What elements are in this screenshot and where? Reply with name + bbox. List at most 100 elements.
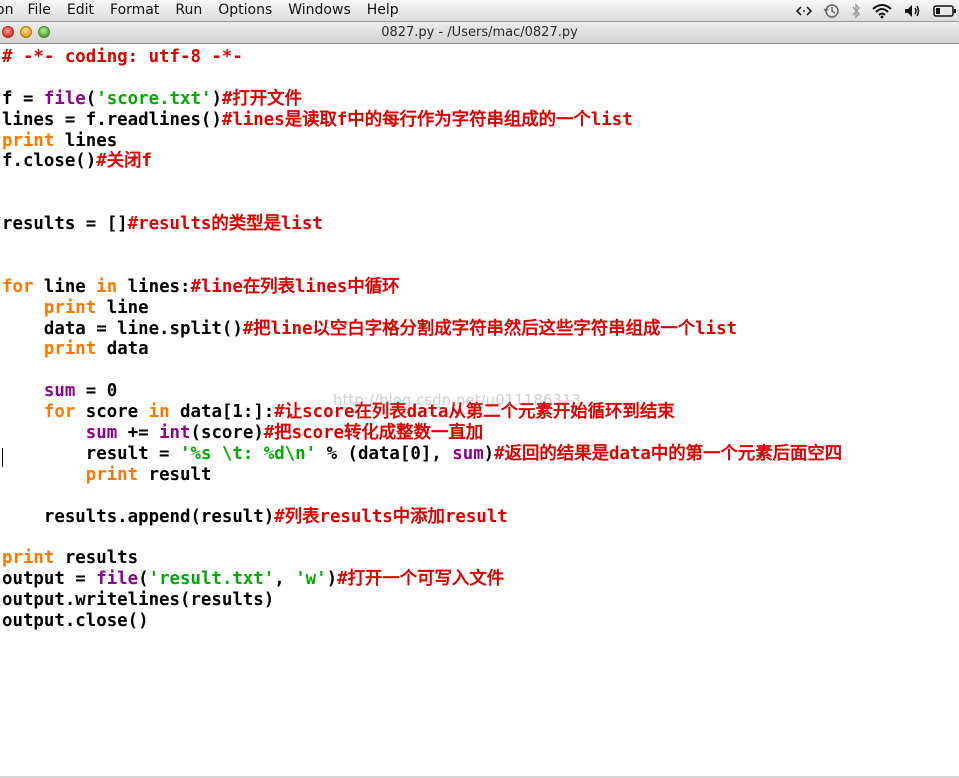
code-token-code-text: results — [54, 548, 139, 569]
code-token-string: 'score.txt' — [96, 88, 212, 109]
menu-app[interactable]: on — [0, 0, 13, 21]
code-line[interactable]: ​ — [2, 527, 842, 548]
menu-edit[interactable]: Edit — [67, 0, 94, 21]
code-token-comment: #返回的结果是data中的第一个元素后面空四 — [494, 443, 843, 464]
code-token-code-text: result = — [2, 443, 180, 464]
code-token-code-text: data[1:]: — [169, 402, 275, 423]
code-token-code-text — [2, 339, 44, 359]
code-line[interactable]: ​ — [2, 256, 842, 277]
code-token-keyword: print — [43, 297, 97, 318]
code-token-code-text: f = — [2, 88, 44, 109]
code-token-code-text: output.close() — [2, 611, 149, 632]
code-token-comment: #lines是读取f中的每行作为字符串组成的一个list — [221, 109, 633, 130]
code-line[interactable]: ​ — [2, 68, 842, 89]
code-token-keyword: for — [2, 276, 34, 297]
code-line[interactable]: data = line.split()#把line以空白字格分割成字符串然后这些… — [2, 319, 842, 340]
code-line[interactable]: print line — [2, 298, 842, 319]
code-line[interactable]: for line in lines:#line在列表lines中循环 — [2, 277, 842, 298]
menu-run[interactable]: Run — [175, 0, 202, 21]
code-token-code-text: line — [96, 297, 149, 318]
battery-icon[interactable] — [933, 0, 957, 21]
bluetooth-icon[interactable] — [851, 0, 861, 21]
code-token-code-text: ) — [326, 569, 338, 590]
code-line[interactable]: results = []#results的类型是list — [2, 214, 842, 235]
code-line[interactable]: print results — [2, 548, 842, 569]
menu-windows[interactable]: Windows — [288, 0, 351, 21]
code-token-code-text: lines = f.readlines() — [2, 109, 222, 130]
menu-bar: on File Edit Format Run Options Windows … — [0, 0, 959, 22]
code-token-code-text — [2, 402, 44, 422]
code-token-string: '%s \t: %d\n' — [180, 443, 317, 464]
code-line[interactable]: lines = f.readlines()#lines是读取f中的每行作为字符串… — [2, 110, 842, 131]
code-line[interactable]: # -*- coding: utf-8 -*- — [2, 47, 842, 68]
code-lines: # -*- coding: utf-8 -*-​f = file('score.… — [2, 47, 842, 632]
code-line[interactable]: sum += int(score)#把score转化成整数一直加 — [2, 423, 842, 444]
menu-format[interactable]: Format — [110, 0, 159, 21]
code-token-code-text: line — [33, 276, 97, 297]
code-token-code-text: result — [138, 464, 212, 485]
code-token-code-text: = 0 — [75, 381, 118, 402]
code-line[interactable]: output.writelines(results) — [2, 590, 842, 611]
watermark: http://blog.csdn.net/u011186313 — [333, 391, 582, 409]
code-token-code-text: output = — [2, 569, 97, 590]
code-token-comment: # -*- coding: utf-8 -*- — [2, 47, 243, 67]
code-token-comment: #把score转化成整数一直加 — [263, 423, 484, 444]
code-token-keyword: in — [96, 276, 118, 297]
code-line[interactable]: f.close()#关闭f — [2, 151, 842, 172]
menu-file[interactable]: File — [27, 0, 50, 21]
code-token-builtin: sum — [85, 423, 118, 444]
menu-help[interactable]: Help — [367, 0, 399, 21]
code-line[interactable]: output.close() — [2, 611, 842, 632]
window-title: 0827.py - /Users/mac/0827.py — [381, 25, 578, 40]
code-token-code-text — [2, 298, 44, 318]
code-token-code-text: % (data[0], — [316, 443, 453, 464]
time-machine-icon[interactable] — [823, 0, 841, 21]
code-token-keyword: print — [2, 548, 55, 569]
window-title-bar: 0827.py - /Users/mac/0827.py — [0, 22, 959, 44]
code-line[interactable]: ​ — [2, 235, 842, 256]
code-line[interactable]: output = file('result.txt', 'w')#打开一个可写入… — [2, 569, 842, 590]
code-line[interactable]: ​ — [2, 486, 842, 507]
menu-options[interactable]: Options — [218, 0, 272, 21]
code-token-code-text: ( — [85, 88, 97, 109]
code-line[interactable]: ​ — [2, 360, 842, 381]
code-editor[interactable]: # -*- coding: utf-8 -*-​f = file('score.… — [0, 45, 959, 778]
code-token-keyword: for — [43, 402, 76, 423]
code-line[interactable]: ​ — [2, 193, 842, 214]
code-arrows-icon[interactable] — [795, 0, 813, 21]
code-line[interactable]: f = file('score.txt')#打开文件 — [2, 89, 842, 110]
code-token-keyword: print — [2, 130, 55, 151]
code-line[interactable]: print lines — [2, 131, 842, 152]
code-line[interactable]: print result — [2, 465, 842, 486]
code-token-code-text — [2, 381, 44, 401]
code-token-builtin: file — [43, 88, 86, 109]
code-token-comment: #列表results中添加result — [274, 506, 508, 527]
code-token-code-text: f.close() — [2, 151, 97, 172]
code-token-comment: #打开文件 — [221, 88, 302, 109]
code-line[interactable]: print data — [2, 339, 842, 360]
code-token-code-text: (score) — [190, 423, 264, 444]
code-token-code-text — [2, 423, 86, 443]
code-token-comment: #打开一个可写入文件 — [337, 569, 505, 590]
status-icons — [795, 0, 959, 21]
code-line[interactable]: ​ — [2, 172, 842, 193]
code-token-comment: #results的类型是list — [127, 214, 323, 235]
code-line[interactable]: results.append(result)#列表results中添加resul… — [2, 507, 842, 528]
code-token-comment: #关闭f — [96, 151, 152, 172]
code-token-keyword: print — [85, 464, 139, 485]
code-token-code-text: results = [] — [2, 214, 128, 235]
code-token-builtin: sum — [452, 443, 484, 464]
code-token-code-text: , — [274, 569, 296, 590]
code-token-code-text: data — [96, 339, 149, 360]
code-token-string: 'w' — [295, 569, 327, 590]
code-token-code-text — [2, 465, 86, 485]
wifi-icon[interactable] — [871, 0, 893, 21]
code-line[interactable]: result = '%s \t: %d\n' % (data[0], sum)#… — [2, 444, 842, 465]
code-token-code-text: ) — [211, 88, 222, 109]
code-token-comment: #把line以空白字格分割成字符串然后这些字符串组成一个list — [242, 318, 738, 339]
code-token-code-text: += — [117, 423, 160, 444]
code-token-code-text: data = line.split() — [2, 318, 243, 339]
code-token-code-text: results.append(result) — [2, 506, 275, 527]
code-token-builtin: sum — [43, 381, 76, 402]
volume-icon[interactable] — [903, 0, 923, 21]
